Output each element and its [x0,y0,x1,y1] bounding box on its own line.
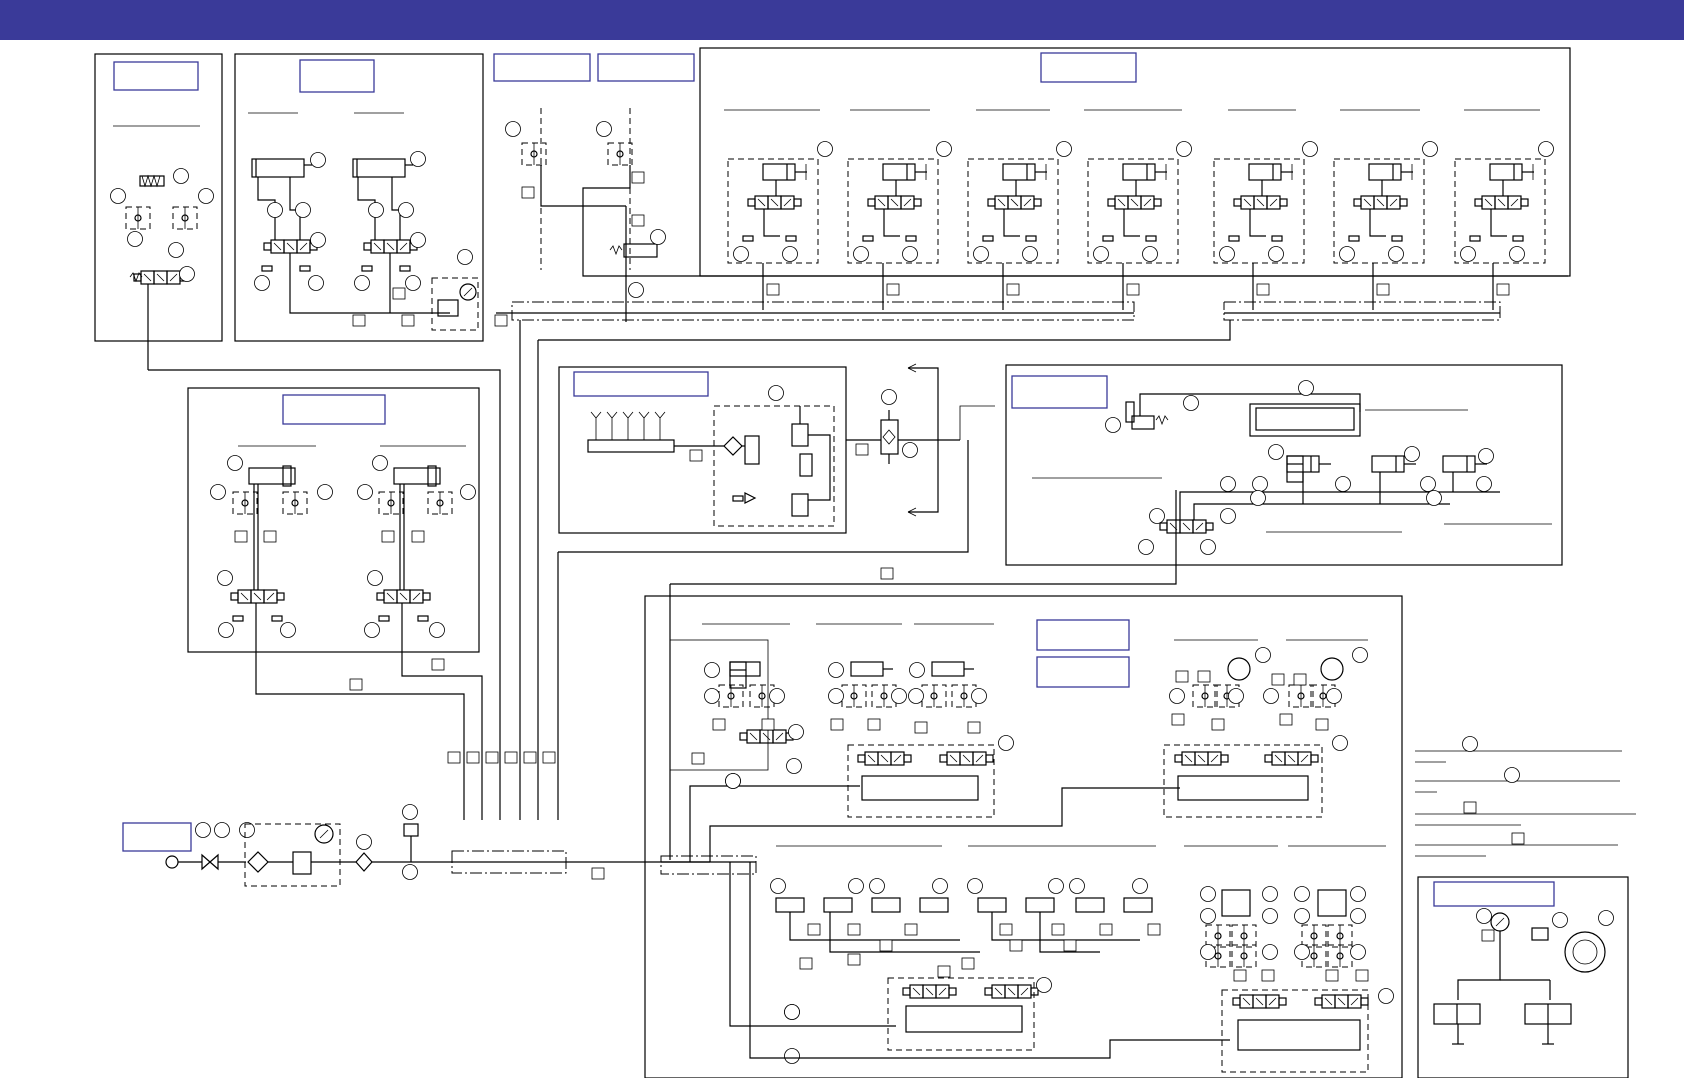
air-supply-unit [122,751,710,887]
muffler-icon [355,852,373,872]
filter-icon [723,436,743,456]
panel-double-actuator-module [187,387,483,820]
suction-cup-icon [1320,657,1344,681]
shutoff-valve-icon [201,853,219,871]
panel-vacuum-generator [558,366,847,534]
panel-seven-actuator-module [699,47,1571,310]
regulator-icon [292,851,312,875]
actuator-unit [1454,141,1554,264]
actuator-unit [1087,141,1192,264]
panel-two-cylinder-module [234,53,484,342]
top-center-check-valves [493,53,1568,322]
suction-cup-icon [1227,657,1251,681]
pneumatic-schematic [94,47,1636,1078]
filter-icon [247,851,269,873]
panel-vacuum-module [94,53,223,370]
spring-icon [139,174,165,188]
actuator-unit [847,141,952,264]
notes-block [1415,736,1636,857]
vacuum-ejector-icon [846,363,995,517]
panel-rodless-cylinder-module [1005,364,1563,566]
panel-pressure-monitor [1417,876,1629,1078]
actuator-unit [727,141,833,264]
module-label-box [113,61,199,91]
actuator-unit [1333,141,1438,264]
panel-main-assembly [644,595,1403,1078]
suction-cup-icon [587,439,675,453]
pressure-switch-icon [403,823,419,837]
actuator-unit [1213,141,1318,264]
actuator-unit [967,141,1072,264]
